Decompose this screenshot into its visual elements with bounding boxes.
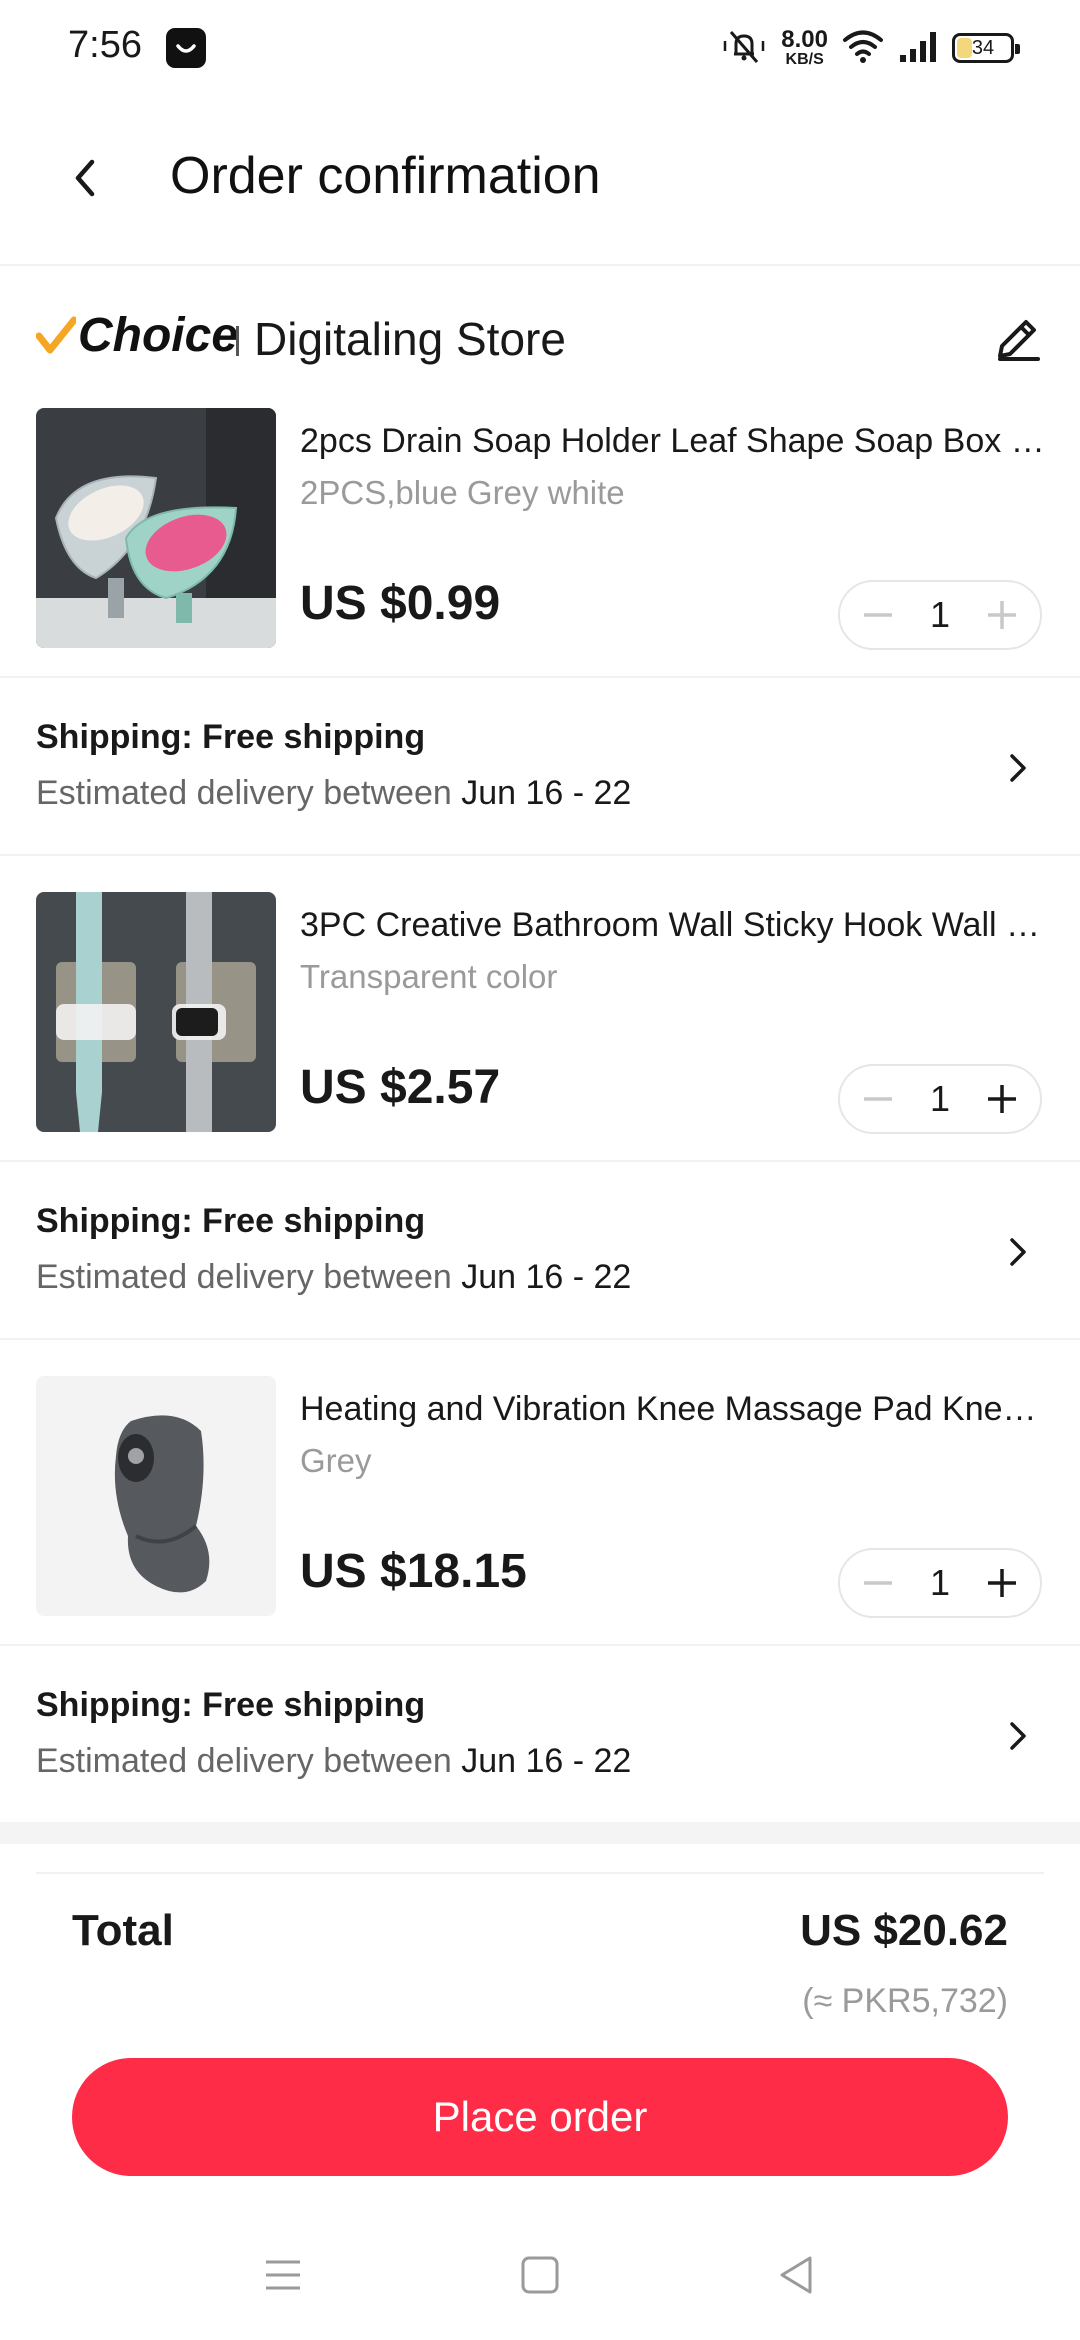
store-name[interactable]: Digitaling Store (254, 312, 566, 366)
item-title[interactable]: 2pcs Drain Soap Holder Leaf Shape Soap B… (300, 422, 1045, 461)
total-label: Total (72, 1906, 174, 1955)
delivery-prefix: Estimated delivery between (36, 1258, 462, 1296)
increase-button[interactable] (982, 595, 1022, 635)
increase-button[interactable] (982, 1079, 1022, 1119)
shipping-row[interactable]: Shipping: Free shipping Estimated delive… (0, 1160, 1080, 1340)
net-speed: 8.00 KB/S (781, 28, 828, 68)
shipping-row[interactable]: Shipping: Free shipping Estimated delive… (0, 1644, 1080, 1824)
plus-icon (988, 601, 1016, 629)
page-header: Order confirmation (0, 96, 1080, 266)
decrease-button[interactable] (858, 1079, 898, 1119)
status-icons: 8.00 KB/S 34 (721, 22, 1020, 74)
pencil-icon (998, 320, 1040, 361)
choice-badge: Choice (36, 308, 238, 363)
wifi-icon (842, 28, 884, 69)
minus-icon (864, 613, 892, 617)
shipping-label: Shipping: Free shipping (36, 718, 426, 756)
back-triangle-icon[interactable] (772, 2250, 822, 2300)
decrease-button[interactable] (858, 595, 898, 635)
increase-button[interactable] (982, 1563, 1022, 1603)
delivery-dates: Jun 16 - 22 (461, 1742, 632, 1780)
item-price: US $0.99 (300, 577, 501, 630)
footer-divider (36, 1872, 1044, 1874)
battery-level: 34 (971, 36, 995, 59)
item-variant: Grey (300, 1442, 372, 1479)
chevron-left-icon (75, 159, 95, 197)
shipping-row[interactable]: Shipping: Free shipping Estimated delive… (0, 676, 1080, 856)
decrease-button[interactable] (858, 1563, 898, 1603)
total-value: US $20.62 (800, 1906, 1008, 1955)
item-title[interactable]: 3PC Creative Bathroom Wall Sticky Hook W… (300, 906, 1045, 945)
order-item[interactable]: 2pcs Drain Soap Holder Leaf Shape Soap B… (0, 408, 1080, 650)
order-item[interactable]: 3PC Creative Bathroom Wall Sticky Hook W… (0, 892, 1080, 1134)
plus-icon (988, 1085, 1016, 1113)
quantity-stepper: 1 (838, 580, 1042, 650)
chevron-right-icon (1010, 1238, 1026, 1266)
home-square-icon[interactable] (515, 2250, 565, 2300)
soap-holder-image[interactable] (36, 408, 276, 648)
net-speed-value: 8.00 (781, 26, 828, 53)
app-face-icon (166, 28, 206, 68)
item-variant: 2PCS,blue Grey white (300, 474, 625, 511)
knee-massager-image[interactable] (36, 1376, 276, 1616)
status-time: 7:56 (68, 24, 142, 66)
chevron-right-icon (1010, 754, 1026, 782)
item-price: US $2.57 (300, 1061, 501, 1114)
quantity-stepper: 1 (838, 1064, 1042, 1134)
total-local-currency: (≈ PKR5,732) (802, 1982, 1008, 2020)
minus-icon (864, 1581, 892, 1585)
quantity-stepper: 1 (838, 1548, 1042, 1618)
quantity-value: 1 (929, 1078, 951, 1119)
quantity-value: 1 (929, 1562, 951, 1603)
edit-button[interactable] (992, 312, 1044, 364)
store-row: Choice Digitaling Store (0, 300, 1080, 374)
choice-label: Choice (78, 309, 239, 362)
system-nav-bar (0, 2228, 1080, 2318)
delivery-prefix: Estimated delivery between (36, 774, 462, 812)
delivery-estimate: Estimated delivery between Jun 16 - 22 (36, 774, 631, 813)
menu-icon[interactable] (258, 2250, 308, 2300)
page-title: Order confirmation (170, 147, 601, 205)
chevron-right-icon (1010, 1722, 1026, 1750)
delivery-estimate: Estimated delivery between Jun 16 - 22 (36, 1258, 631, 1297)
wall-hook-image[interactable] (36, 892, 276, 1132)
checkmark-icon (36, 316, 76, 353)
delivery-estimate: Estimated delivery between Jun 16 - 22 (36, 1742, 631, 1781)
mute-vibrate-icon (721, 26, 767, 71)
order-item[interactable]: Heating and Vibration Knee Massage Pad K… (0, 1376, 1080, 1618)
section-divider (0, 1822, 1080, 1844)
quantity-value: 1 (929, 594, 951, 635)
back-button[interactable] (56, 146, 112, 210)
plus-icon (988, 1569, 1016, 1597)
delivery-dates: Jun 16 - 22 (461, 774, 632, 812)
item-variant: Transparent color (300, 958, 558, 995)
minus-icon (864, 1097, 892, 1101)
status-bar: 7:56 8.00 KB/S 34 (0, 0, 1080, 96)
store-divider (236, 326, 239, 356)
battery-icon: 34 (952, 33, 1020, 63)
net-speed-unit: KB/S (785, 51, 824, 68)
place-order-button[interactable]: Place order (72, 2058, 1008, 2176)
delivery-dates: Jun 16 - 22 (461, 1258, 632, 1296)
signal-icon (898, 29, 938, 68)
shipping-label: Shipping: Free shipping (36, 1202, 426, 1240)
shipping-label: Shipping: Free shipping (36, 1686, 426, 1724)
item-price: US $18.15 (300, 1545, 527, 1598)
item-title[interactable]: Heating and Vibration Knee Massage Pad K… (300, 1390, 1045, 1429)
delivery-prefix: Estimated delivery between (36, 1742, 462, 1780)
